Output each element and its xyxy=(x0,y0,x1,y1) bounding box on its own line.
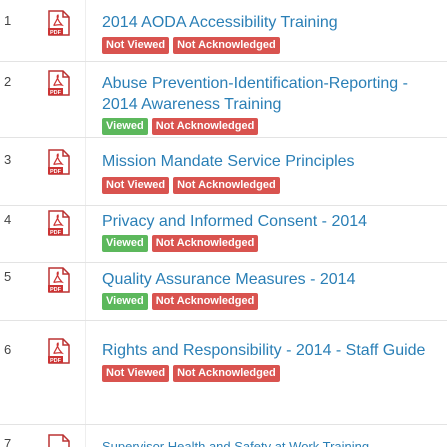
list-item: 5 PDF Quality Assurance Measures - 2014 … xyxy=(0,264,447,314)
pdf-file-icon[interactable]: PDF xyxy=(48,210,70,236)
viewed-status-badge: Not Viewed xyxy=(102,365,170,382)
acknowledged-status-badge: Not Acknowledged xyxy=(151,293,259,310)
pdf-file-icon[interactable]: PDF xyxy=(48,149,70,175)
row-number: 1 xyxy=(4,13,12,28)
acknowledged-status-badge: Not Acknowledged xyxy=(151,235,259,252)
list-item: 3 PDF Mission Mandate Service Principles… xyxy=(0,148,447,198)
svg-text:PDF: PDF xyxy=(50,230,62,236)
viewed-status-badge: Viewed xyxy=(102,293,148,310)
status-badges: Not Viewed Not Acknowledged xyxy=(102,365,280,382)
document-link[interactable]: Supervisor Health and Safety at Work Tra… xyxy=(102,436,369,447)
list-item: 6 PDF Rights and Responsibility - 2014 -… xyxy=(0,326,447,382)
acknowledged-status-badge: Not Acknowledged xyxy=(173,177,280,194)
viewed-status-badge: Viewed xyxy=(102,235,148,252)
svg-text:PDF: PDF xyxy=(50,90,62,96)
acknowledged-status-badge: Not Acknowledged xyxy=(173,365,280,382)
viewed-status-badge: Viewed xyxy=(102,118,148,135)
row-divider xyxy=(0,137,447,138)
list-item: 4 PDF Privacy and Informed Consent - 201… xyxy=(0,206,447,256)
row-number: 3 xyxy=(4,152,12,167)
row-number: 4 xyxy=(4,212,12,227)
status-badges: Viewed Not Acknowledged xyxy=(102,235,259,252)
status-badges: Not Viewed Not Acknowledged xyxy=(102,177,280,194)
acknowledged-status-badge: Not Acknowledged xyxy=(151,118,259,135)
document-link[interactable]: Mission Mandate Service Principles xyxy=(102,151,355,172)
pdf-file-icon[interactable] xyxy=(48,434,70,447)
viewed-status-badge: Not Viewed xyxy=(102,177,170,194)
acknowledged-status-badge: Not Acknowledged xyxy=(173,37,280,54)
pdf-file-icon[interactable]: PDF xyxy=(48,338,70,364)
row-divider xyxy=(0,262,447,263)
row-number: 5 xyxy=(4,269,12,284)
document-link[interactable]: Privacy and Informed Consent - 2014 xyxy=(102,211,367,232)
document-link[interactable]: Rights and Responsibility - 2014 - Staff… xyxy=(102,340,425,361)
row-divider xyxy=(0,424,447,425)
pdf-file-icon[interactable]: PDF xyxy=(48,267,70,293)
row-number: 7 xyxy=(4,436,12,447)
row-number: 6 xyxy=(4,342,12,357)
svg-text:PDF: PDF xyxy=(50,30,62,36)
svg-text:PDF: PDF xyxy=(50,169,62,175)
viewed-status-badge: Not Viewed xyxy=(102,37,170,54)
list-item: 7 Supervisor Health and Safety at Work T… xyxy=(0,428,447,447)
svg-text:PDF: PDF xyxy=(50,287,62,293)
status-badges: Viewed Not Acknowledged xyxy=(102,293,259,310)
status-badges: Viewed Not Acknowledged xyxy=(102,118,259,135)
pdf-file-icon[interactable]: PDF xyxy=(48,70,70,96)
list-item: 2 PDF Abuse Prevention-Identification-Re… xyxy=(0,62,447,135)
row-number: 2 xyxy=(4,74,12,89)
document-link[interactable]: 2014 AODA Accessibility Training xyxy=(102,12,338,33)
pdf-file-icon[interactable]: PDF xyxy=(48,10,70,36)
row-divider xyxy=(0,320,447,321)
svg-text:PDF: PDF xyxy=(50,358,62,364)
status-badges: Not Viewed Not Acknowledged xyxy=(102,37,280,54)
document-link[interactable]: Quality Assurance Measures - 2014 xyxy=(102,269,355,290)
list-item: 1 PDF 2014 AODA Accessibility Training N… xyxy=(0,9,447,59)
screen: { "items": [ {"num": "1", "title": "2014… xyxy=(0,0,447,447)
document-link[interactable]: Abuse Prevention-Identification-Reportin… xyxy=(102,73,447,115)
